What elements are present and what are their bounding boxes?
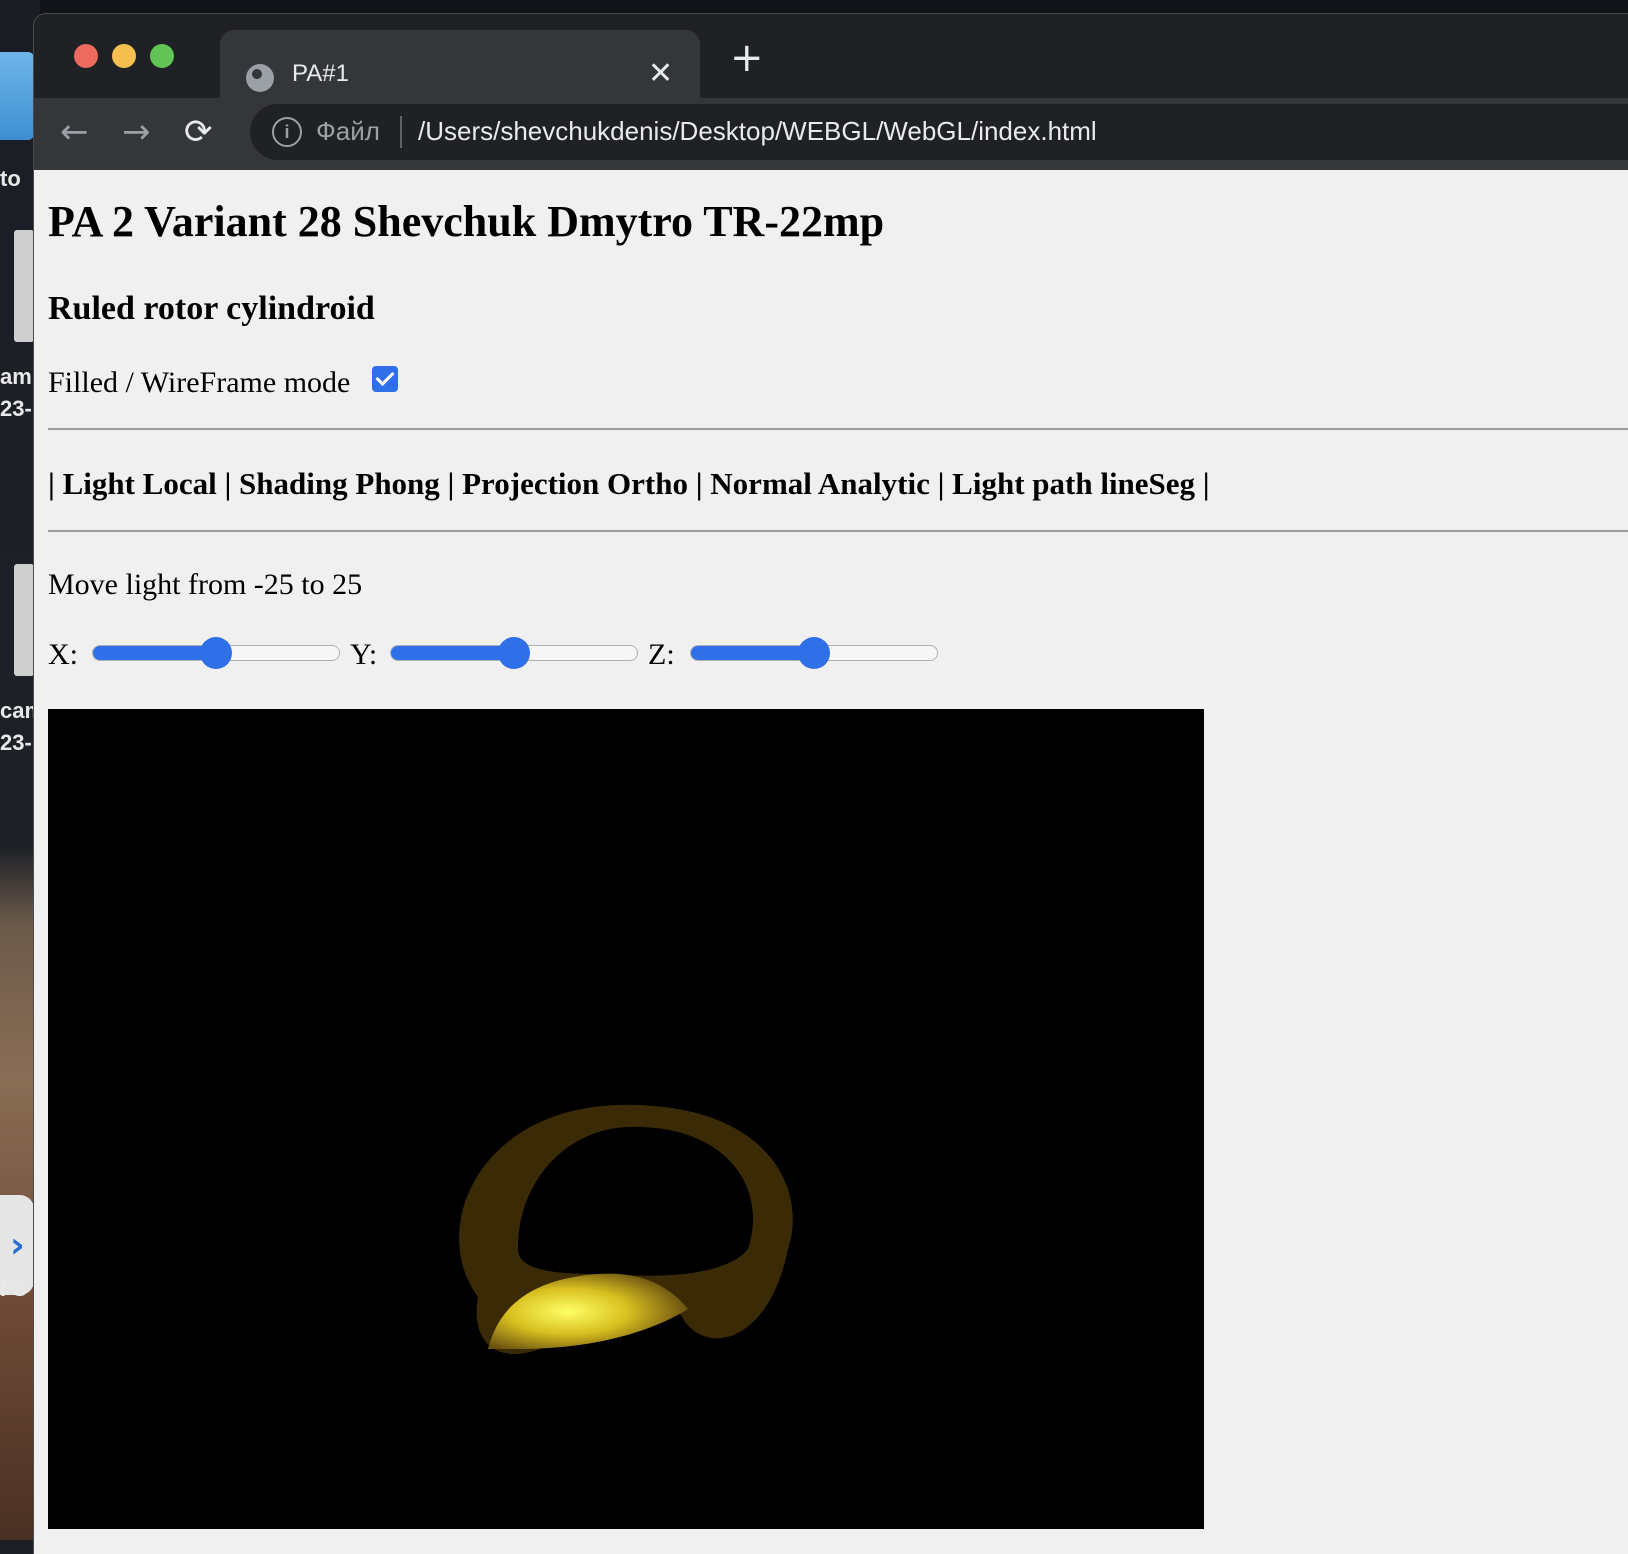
desktop-label: 23- [0, 730, 32, 755]
light-sliders: X: Y: Z: [48, 632, 1048, 672]
webgl-canvas[interactable] [48, 709, 1204, 1529]
back-arrow-icon[interactable]: ← [60, 112, 89, 152]
slider-z-thumb[interactable] [798, 637, 830, 669]
globe-icon [246, 64, 274, 92]
slider-y-label: Y: [350, 638, 378, 671]
desktop-folder-icon[interactable] [0, 52, 34, 140]
tab-bar: PA#1 ✕ + [34, 14, 1628, 114]
slider-z-label: Z: [648, 638, 675, 671]
reload-icon[interactable]: ⟳ [184, 112, 213, 152]
light-move-caption: Move light from -25 to 25 [48, 568, 363, 601]
forward-arrow-icon[interactable]: → [122, 112, 151, 152]
slider-x-thumb[interactable] [200, 637, 232, 669]
page-viewport: PA 2 Variant 28 Shevchuk Dmytro TR-22mp … [34, 170, 1628, 1554]
browser-toolbar: ← → ⟳ i Файл /Users/shevchukdenis/Deskto… [34, 98, 1628, 170]
cylindroid-render [459, 1104, 793, 1355]
slider-y-thumb[interactable] [498, 637, 530, 669]
desktop-label: 23- [0, 396, 32, 421]
desktop-label: am [0, 364, 32, 389]
slider-x-label: X: [48, 638, 78, 671]
slider-z-fill [691, 646, 814, 660]
zoom-window-button[interactable] [150, 44, 174, 68]
browser-window: PA#1 ✕ + ← → ⟳ i Файл /Users/shevchukden… [34, 14, 1628, 1554]
desktop-label: cam [0, 698, 34, 723]
slider-x-fill [93, 646, 216, 660]
url-text[interactable]: /Users/shevchukdenis/Desktop/WEBGL/WebGL… [418, 116, 1097, 147]
render-settings-status: | Light Local | Shading Phong | Projecti… [48, 466, 1210, 501]
divider [48, 428, 1628, 430]
address-bar[interactable]: i Файл /Users/shevchukdenis/Desktop/WEBG… [250, 104, 1628, 160]
wireframe-checkbox[interactable] [371, 366, 398, 393]
minimize-window-button[interactable] [112, 44, 136, 68]
tab-title: PA#1 [292, 60, 349, 87]
chevron-right-icon: › [10, 1225, 25, 1266]
page-subtitle: Ruled rotor cylindroid [48, 290, 375, 327]
desktop-file-thumbnail[interactable] [14, 564, 34, 676]
info-icon[interactable]: i [272, 117, 302, 147]
close-tab-icon[interactable]: ✕ [648, 56, 673, 91]
slider-y-fill [391, 646, 514, 660]
divider [48, 530, 1628, 532]
page-title: PA 2 Variant 28 Shevchuk Dmytro TR-22mp [48, 197, 885, 246]
slider-z[interactable] [690, 637, 938, 669]
desktop-file-thumbnail[interactable] [14, 230, 34, 342]
address-separator [400, 116, 402, 148]
mode-toggle-row: Filled / WireFrame mode [48, 366, 398, 400]
close-window-button[interactable] [74, 44, 98, 68]
new-tab-button[interactable]: + [730, 38, 764, 78]
mode-label: Filled / WireFrame mode [48, 366, 351, 399]
desktop-label: l S [0, 1276, 27, 1301]
slider-y[interactable] [390, 637, 638, 669]
url-scheme-label: Файл [316, 116, 380, 146]
slider-x[interactable] [92, 637, 340, 669]
menubar-strip [0, 0, 1628, 14]
desktop-label: to [0, 166, 21, 191]
